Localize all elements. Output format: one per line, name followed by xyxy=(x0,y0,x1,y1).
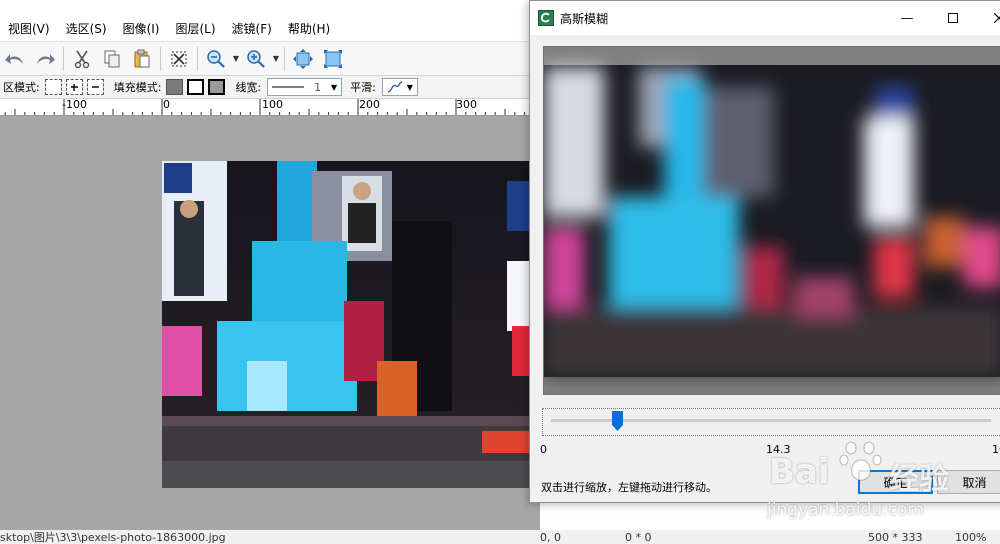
gaussian-blur-dialog: 高斯模糊 — 0 14.3 1 双击进行缩放，左键拖动进行移动。 确定 取消 xyxy=(529,0,1000,503)
watermark-url: jingyan.baidu.com xyxy=(767,500,924,520)
app-window: 视图(V) 选区(S) 图像(I) 图层(L) 滤镜(F) 帮助(H) ▼ ▼ … xyxy=(0,0,1000,544)
slider-value-label: 14.3 xyxy=(766,443,791,456)
slider-max-label: 10 xyxy=(992,443,1000,456)
times-square-photo xyxy=(162,161,530,488)
paste-icon[interactable] xyxy=(127,45,157,73)
zoom-in-icon[interactable] xyxy=(241,45,271,73)
status-bar: sktop\图片\3\3\pexels-photo-1863000.jpg 0,… xyxy=(0,530,1000,544)
minimize-button[interactable]: — xyxy=(884,1,930,35)
chevron-down-icon: ▼ xyxy=(331,82,338,92)
blur-preview[interactable] xyxy=(543,46,1000,395)
line-width-label: 线宽: xyxy=(235,81,262,94)
menu-select[interactable]: 选区(S) xyxy=(58,20,115,37)
ruler-label: 100 xyxy=(262,99,283,111)
deselect-icon[interactable] xyxy=(164,45,194,73)
toolbar-separator xyxy=(197,46,198,71)
actual-size-icon[interactable] xyxy=(318,45,348,73)
usage-hint: 双击进行缩放，左键拖动进行移动。 xyxy=(541,481,717,494)
slider-min-label: 0 xyxy=(540,443,547,456)
menu-layer[interactable]: 图层(L) xyxy=(167,20,223,37)
line-width-value: 1 xyxy=(314,80,322,94)
close-icon xyxy=(994,13,1000,23)
tool-options-bar: 区模式: 填充模式: 线宽: 1 ▼ 平滑: ▼ xyxy=(0,76,540,99)
slider-thumb[interactable] xyxy=(612,411,623,431)
horizontal-ruler: -100 0 100 200 300 xyxy=(0,99,540,116)
menu-help[interactable]: 帮助(H) xyxy=(280,20,338,37)
status-coordinates: 0, 0 xyxy=(540,531,561,544)
select-mode-subtract-icon[interactable] xyxy=(86,79,104,95)
dialog-title: 高斯模糊 xyxy=(560,11,609,26)
status-zoom: 100% xyxy=(955,531,987,544)
status-file-path: sktop\图片\3\3\pexels-photo-1863000.jpg xyxy=(0,531,226,544)
status-image-size: 500 * 333 xyxy=(868,531,923,544)
blurred-photo-preview xyxy=(544,65,1000,377)
line-width-select[interactable]: 1 ▼ xyxy=(267,78,343,96)
minimize-icon: — xyxy=(900,10,914,26)
cut-icon[interactable] xyxy=(67,45,97,73)
undo-icon[interactable] xyxy=(0,45,30,73)
copy-icon[interactable] xyxy=(97,45,127,73)
canvas-area[interactable] xyxy=(0,116,540,530)
fit-window-icon[interactable] xyxy=(288,45,318,73)
ruler-label: 0 xyxy=(163,99,170,111)
fill-outline-icon[interactable] xyxy=(187,79,205,95)
toolbar-separator xyxy=(284,46,285,71)
smooth-select[interactable]: ▼ xyxy=(381,78,418,96)
zoom-in-dropdown-icon[interactable]: ▼ xyxy=(271,54,281,63)
image-canvas[interactable] xyxy=(162,161,530,488)
ruler-label: 200 xyxy=(359,99,380,111)
select-mode-replace-icon[interactable] xyxy=(44,79,62,95)
menu-image[interactable]: 图像(I) xyxy=(115,20,168,37)
zoom-out-icon[interactable] xyxy=(201,45,231,73)
status-selection-size: 0 * 0 xyxy=(625,531,652,544)
zoom-out-dropdown-icon[interactable]: ▼ xyxy=(231,54,241,63)
fill-mode-label: 填充模式: xyxy=(113,81,162,94)
fill-both-icon[interactable] xyxy=(208,79,226,95)
menu-filter[interactable]: 滤镜(F) xyxy=(224,20,280,37)
menu-view[interactable]: 视图(V) xyxy=(0,20,58,37)
smooth-label: 平滑: xyxy=(350,81,376,94)
blur-radius-slider[interactable] xyxy=(542,408,1000,436)
menu-bar: 视图(V) 选区(S) 图像(I) 图层(L) 滤镜(F) 帮助(H) xyxy=(0,16,540,42)
select-mode-label: 区模式: xyxy=(3,81,40,94)
toolbar-separator xyxy=(160,46,161,71)
ok-button[interactable]: 确定 xyxy=(858,470,933,494)
dialog-title-bar[interactable]: 高斯模糊 — xyxy=(530,1,1000,35)
redo-icon[interactable] xyxy=(30,45,60,73)
maximize-button[interactable] xyxy=(930,1,976,35)
select-mode-add-icon[interactable] xyxy=(65,79,83,95)
app-logo-icon xyxy=(538,10,554,26)
ruler-label: 300 xyxy=(456,99,477,111)
ruler-label: -100 xyxy=(62,99,87,111)
maximize-icon xyxy=(948,13,958,23)
fill-solid-icon[interactable] xyxy=(166,79,184,95)
main-toolbar: ▼ ▼ xyxy=(0,42,540,76)
toolbar-separator xyxy=(63,46,64,71)
cancel-button[interactable]: 取消 xyxy=(937,470,1000,494)
close-button[interactable] xyxy=(976,1,1000,35)
chevron-down-icon: ▼ xyxy=(406,82,413,92)
